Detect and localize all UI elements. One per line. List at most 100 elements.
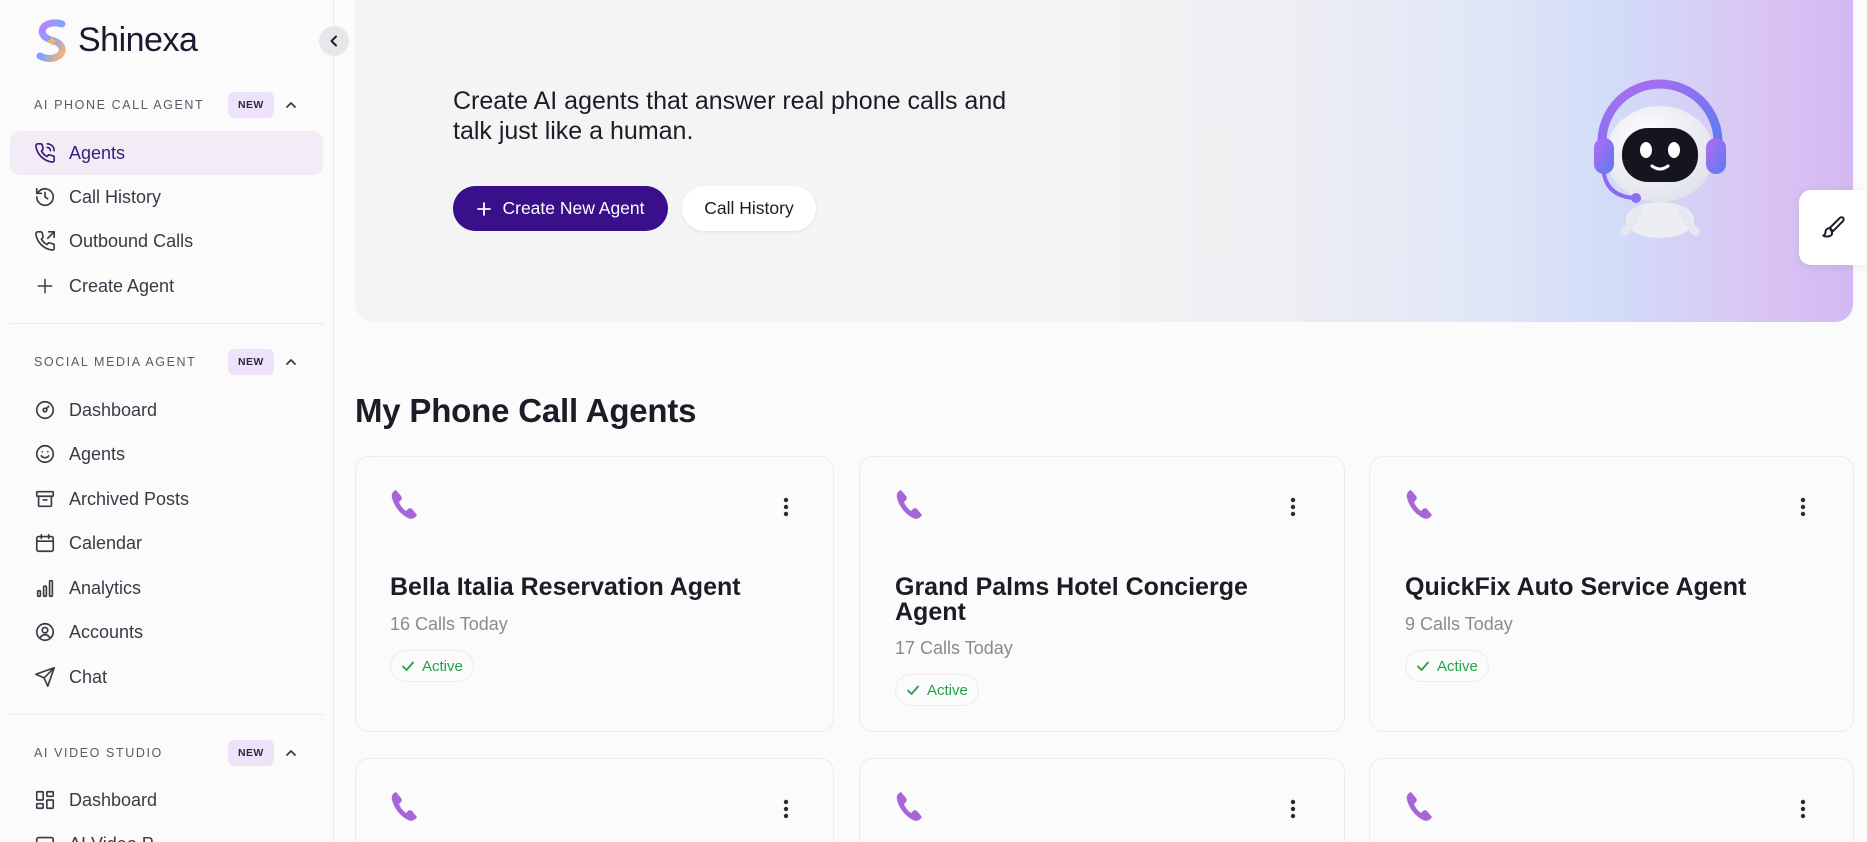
smile-icon xyxy=(34,443,56,465)
sidebar-item-chat[interactable]: Chat xyxy=(10,655,323,699)
more-vertical-icon[interactable] xyxy=(1800,497,1806,517)
sidebar-item-label: Outbound Calls xyxy=(69,230,194,251)
chevron-up-icon[interactable] xyxy=(284,746,298,760)
sidebar-item-calendar[interactable]: Calendar xyxy=(10,521,323,565)
history-icon xyxy=(34,186,56,208)
chevron-up-icon[interactable] xyxy=(284,98,298,112)
sidebar-item-agents[interactable]: Agents xyxy=(10,131,323,175)
sidebar-item-analytics[interactable]: Analytics xyxy=(10,566,323,610)
check-icon xyxy=(1417,661,1429,671)
agent-card[interactable] xyxy=(355,758,834,842)
brand-name: Shinexa xyxy=(78,20,198,59)
agent-name: QuickFix Auto Service Agent xyxy=(1405,573,1747,601)
sidebar-item-label: Chat xyxy=(69,666,108,687)
button-label: Create New Agent xyxy=(502,198,645,218)
sidebar: Shinexa AI PHONE CALL AGENT NEW Agents C… xyxy=(0,0,334,842)
sidebar-item-ai-video[interactable]: AI Video P xyxy=(10,822,323,842)
sidebar-item-label: Dashboard xyxy=(69,789,158,810)
agent-card[interactable] xyxy=(1369,758,1854,842)
customize-brush-button[interactable] xyxy=(1799,190,1867,265)
hero-title: Create AI agents that answer real phone … xyxy=(453,87,1007,145)
agent-calls-today: 17 Calls Today xyxy=(895,638,1013,658)
status-badge: Active xyxy=(895,674,979,706)
section-title: AI VIDEO STUDIO xyxy=(34,746,163,760)
sidebar-item-accounts[interactable]: Accounts xyxy=(10,610,323,654)
agent-calls-today: 9 Calls Today xyxy=(1405,614,1513,634)
new-badge: NEW xyxy=(228,349,274,375)
sidebar-item-archived-posts[interactable]: Archived Posts xyxy=(10,477,323,521)
archive-icon xyxy=(34,488,56,510)
new-badge: NEW xyxy=(228,740,274,766)
phone-icon xyxy=(896,490,922,519)
section-title: AI PHONE CALL AGENT xyxy=(34,98,205,112)
plus-icon xyxy=(477,201,492,216)
sidebar-item-video-dashboard[interactable]: Dashboard xyxy=(10,778,323,822)
sidebar-divider xyxy=(10,323,324,324)
more-vertical-icon[interactable] xyxy=(1800,799,1806,819)
section-ai-phone-call-agent[interactable]: AI PHONE CALL AGENT NEW xyxy=(34,92,298,118)
more-vertical-icon[interactable] xyxy=(783,497,789,517)
agent-card[interactable]: QuickFix Auto Service Agent 9 Calls Toda… xyxy=(1369,456,1854,732)
phone-icon xyxy=(1406,792,1432,821)
phone-icon xyxy=(391,490,417,519)
calendar-icon xyxy=(34,532,56,554)
agent-card[interactable]: Bella Italia Reservation Agent 16 Calls … xyxy=(355,456,834,732)
sidebar-item-label: Analytics xyxy=(69,577,142,598)
status-label: Active xyxy=(927,681,968,699)
gauge-icon xyxy=(34,399,56,421)
chevron-left-icon xyxy=(330,35,337,47)
sidebar-item-label: Calendar xyxy=(69,532,143,553)
section-title-my-agents: My Phone Call Agents xyxy=(355,392,697,429)
phone-icon xyxy=(896,792,922,821)
call-history-button[interactable]: Call History xyxy=(682,186,816,231)
more-vertical-icon[interactable] xyxy=(1290,497,1296,517)
chevron-up-icon[interactable] xyxy=(284,355,298,369)
check-icon xyxy=(402,661,414,671)
user-circle-icon xyxy=(34,621,56,643)
sidebar-item-social-dashboard[interactable]: Dashboard xyxy=(10,388,323,432)
sidebar-item-label: Call History xyxy=(69,186,162,207)
layout-grid-icon xyxy=(34,789,56,811)
section-social-media-agent[interactable]: SOCIAL MEDIA AGENT NEW xyxy=(34,349,298,375)
sidebar-item-label: Create Agent xyxy=(69,275,175,296)
sidebar-divider xyxy=(10,714,324,715)
button-label: Call History xyxy=(704,198,794,218)
phone-icon xyxy=(1406,490,1432,519)
sidebar-item-social-agents[interactable]: Agents xyxy=(10,432,323,476)
sidebar-item-label: Dashboard xyxy=(69,399,158,420)
agent-card[interactable] xyxy=(859,758,1345,842)
agent-name: Bella Italia Reservation Agent xyxy=(390,573,741,601)
send-icon xyxy=(34,666,56,688)
brand-logo[interactable]: Shinexa xyxy=(34,18,198,62)
sidebar-item-call-history[interactable]: Call History xyxy=(10,175,323,219)
sidebar-item-label: Agents xyxy=(69,443,126,464)
sidebar-item-create-agent[interactable]: Create Agent xyxy=(10,264,323,308)
status-label: Active xyxy=(1437,657,1478,675)
status-badge: Active xyxy=(390,650,474,682)
paintbrush-icon xyxy=(1822,215,1845,238)
new-badge: NEW xyxy=(228,92,274,118)
sidebar-item-label: Accounts xyxy=(69,621,144,642)
video-icon xyxy=(34,833,56,842)
status-badge: Active xyxy=(1405,650,1489,682)
robot-headset-illustration xyxy=(1594,79,1726,238)
section-ai-video-studio[interactable]: AI VIDEO STUDIO NEW xyxy=(34,740,298,766)
agent-card[interactable]: Grand Palms Hotel Concierge Agent 17 Cal… xyxy=(859,456,1345,732)
more-vertical-icon[interactable] xyxy=(1290,799,1296,819)
shinexa-logo-icon xyxy=(36,19,66,62)
phone-icon xyxy=(391,792,417,821)
sidebar-item-label: AI Video P xyxy=(69,834,154,842)
bar-chart-icon xyxy=(34,577,56,599)
status-label: Active xyxy=(422,657,463,675)
create-new-agent-button[interactable]: Create New Agent xyxy=(453,186,668,231)
more-vertical-icon[interactable] xyxy=(783,799,789,819)
check-icon xyxy=(907,685,919,695)
sidebar-item-label: Archived Posts xyxy=(69,488,190,509)
sidebar-item-label: Agents xyxy=(69,142,126,163)
sidebar-item-outbound-calls[interactable]: Outbound Calls xyxy=(10,219,323,263)
plus-icon xyxy=(34,275,56,297)
agent-calls-today: 16 Calls Today xyxy=(390,614,508,634)
section-title: SOCIAL MEDIA AGENT xyxy=(34,355,197,369)
collapse-sidebar-button[interactable] xyxy=(319,26,349,56)
agent-name: Grand Palms Hotel Concierge Agent xyxy=(895,573,1248,626)
